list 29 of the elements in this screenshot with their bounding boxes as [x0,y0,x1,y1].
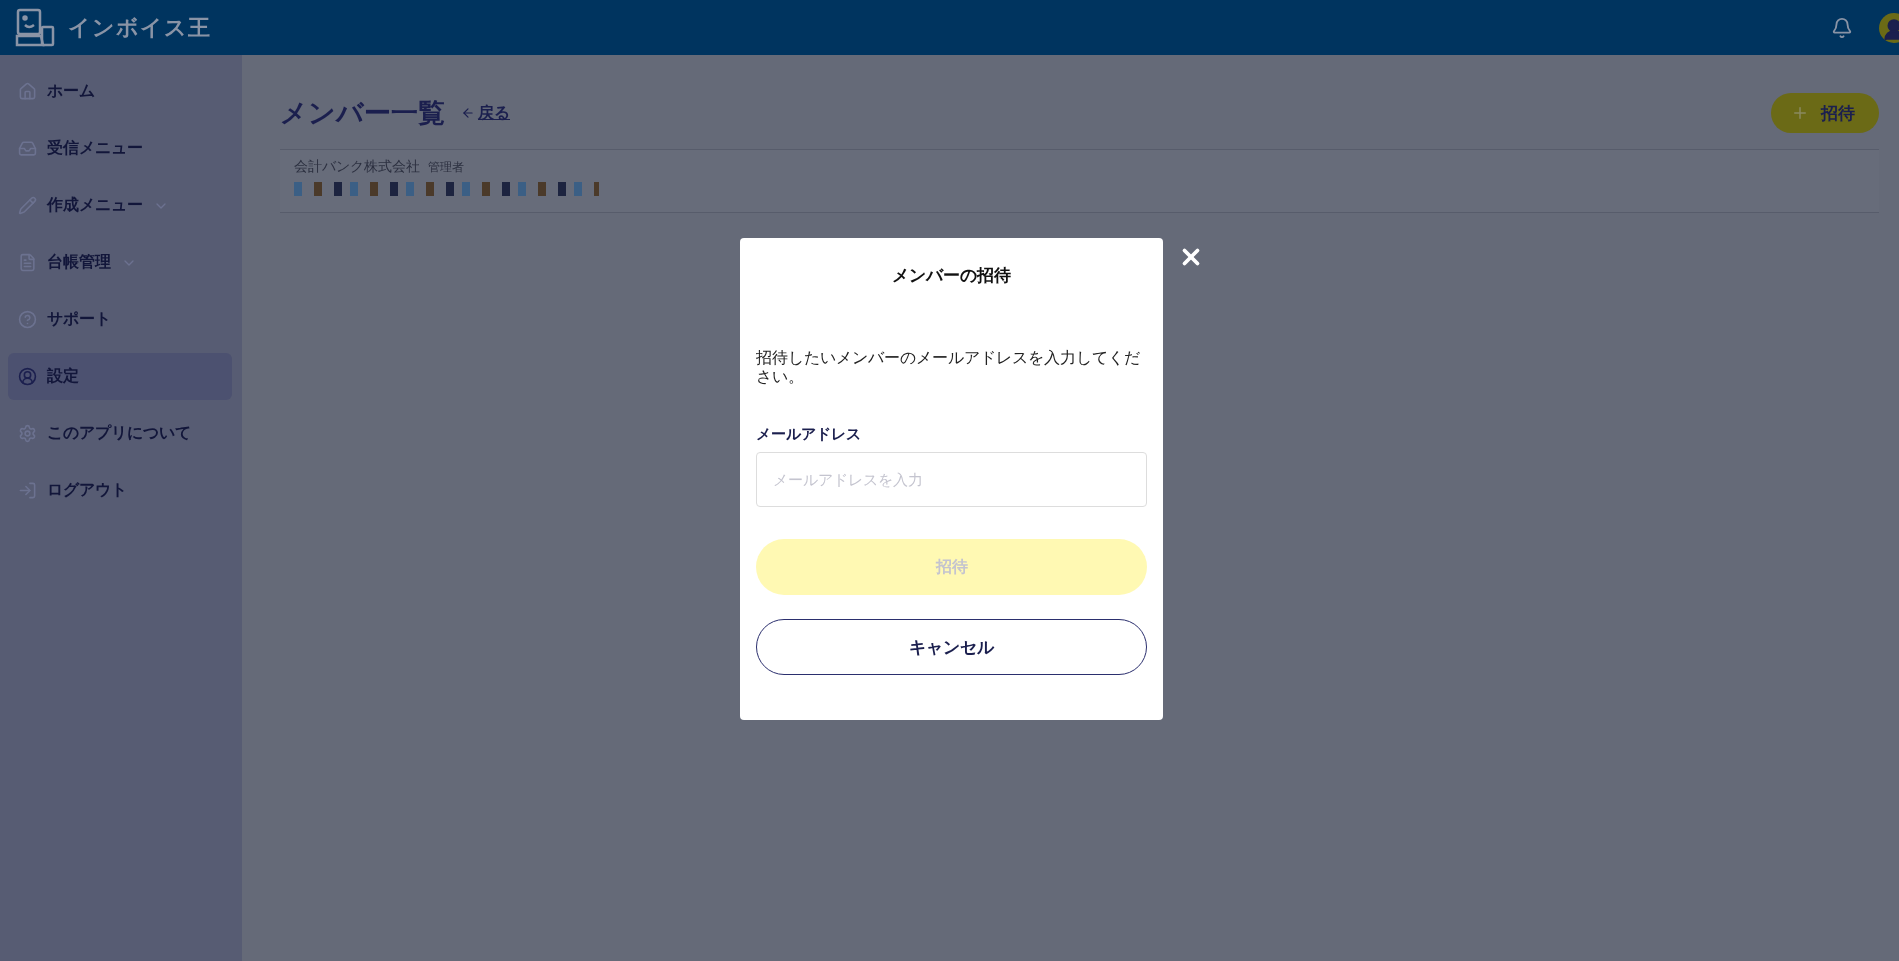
back-link[interactable]: 戻る [461,102,510,124]
user-icon [18,367,37,386]
laptop-logo-icon [14,6,56,49]
gear-icon [18,424,37,443]
home-icon [18,82,37,101]
field-label: メールアドレス [756,425,862,444]
plus-icon [1791,104,1809,122]
inbox-icon [18,139,37,158]
email-input-field[interactable]: メールアドレスを入力 [756,452,1147,507]
pencil-icon [18,196,37,215]
dialog-message: 招待したいメンバーのメールアドレスを入力してください。 [756,349,1141,387]
sidebar-item[interactable]: ホーム [8,68,232,115]
document-icon [18,253,37,272]
page-title: メンバー一覧 [280,96,445,130]
sidebar-item[interactable]: 設定 [8,353,232,400]
sidebar-item[interactable]: 台帳管理 [8,239,232,286]
sidebar-item[interactable]: ログアウト [8,467,232,514]
dialog-title: メンバーの招待 [891,264,1012,287]
sidebar-item[interactable]: 作成メニュー [8,182,232,229]
sidebar-item[interactable]: サポート [8,296,232,343]
invite-button[interactable]: 招待 [1771,93,1879,133]
cancel-button[interactable]: キャンセル [756,619,1147,675]
sidebar-item[interactable]: このアプリについて [8,410,232,457]
bell-icon[interactable] [1831,16,1853,39]
sidebar-item[interactable]: 受信メニュー [8,125,232,172]
company-name: 会計バンク株式会社 [294,158,420,176]
help-icon [18,310,37,329]
exit-icon [18,481,37,500]
app-logo-text: インボイス王 [68,13,211,42]
